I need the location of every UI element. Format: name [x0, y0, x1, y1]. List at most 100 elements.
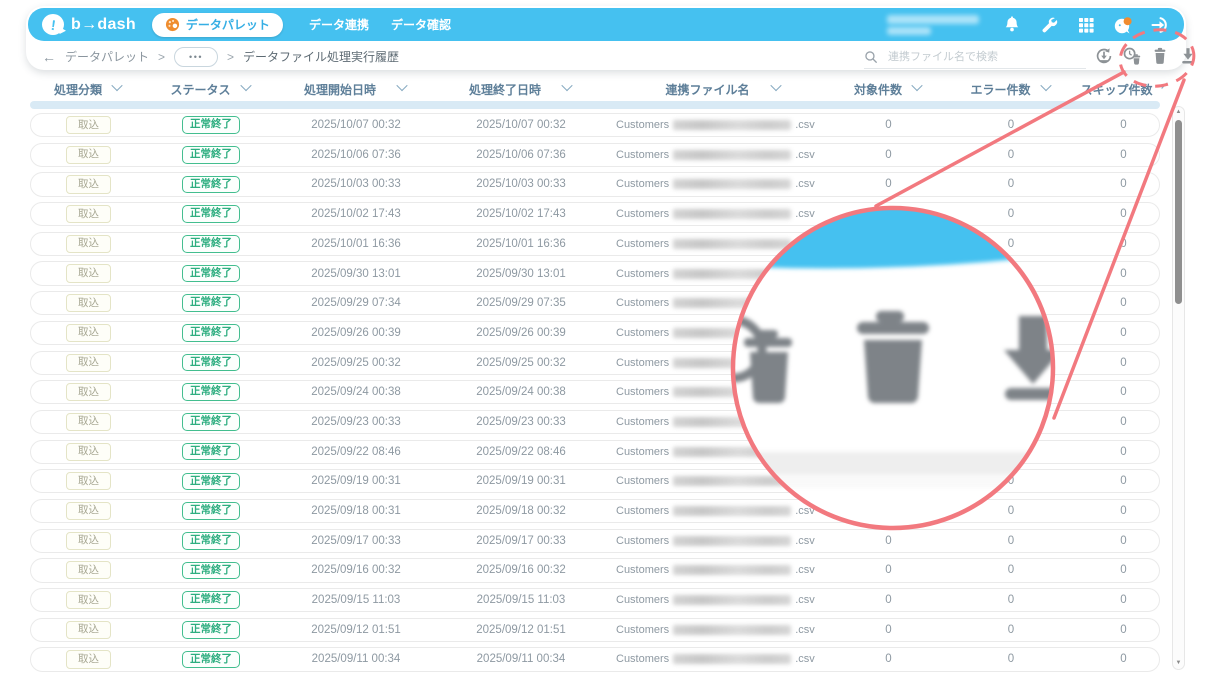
search-input[interactable] — [886, 50, 1086, 64]
file-name-suffix: .csv — [795, 238, 815, 250]
process-type-cell: 取込 — [31, 383, 146, 401]
table-row[interactable]: 取込 正常終了 2025/10/01 16:36 2025/10/01 16:3… — [30, 232, 1160, 256]
table-row[interactable]: 取込 正常終了 2025/09/11 00:34 2025/09/11 00:3… — [30, 647, 1160, 671]
app-switcher-pill[interactable]: データパレット — [152, 13, 283, 37]
table-row[interactable]: 取込 正常終了 2025/09/18 00:31 2025/09/18 00:3… — [30, 499, 1160, 523]
status-cell: 正常終了 — [146, 116, 276, 134]
process-type-badge: 取込 — [66, 413, 111, 431]
table-row[interactable]: 取込 正常終了 2025/09/26 00:39 2025/09/26 00:3… — [30, 321, 1160, 345]
table-row[interactable]: 取込 正常終了 2025/10/06 07:36 2025/10/06 07:3… — [30, 143, 1160, 167]
file-name-redacted — [673, 298, 791, 308]
col-header-error-count[interactable]: エラー件数 — [935, 79, 1085, 99]
process-type-cell: 取込 — [31, 264, 146, 282]
start-time-cell: 2025/10/06 07:36 — [276, 149, 436, 161]
clock-delete-icon[interactable] — [1121, 46, 1142, 67]
file-name-prefix: Customers — [616, 238, 669, 250]
table-row[interactable]: 取込 正常終了 2025/09/17 00:33 2025/09/17 00:3… — [30, 529, 1160, 553]
file-name-suffix: .csv — [795, 446, 815, 458]
process-type-badge: 取込 — [66, 116, 111, 134]
file-name-cell: Customers.csv — [606, 268, 841, 280]
file-name-prefix: Customers — [616, 327, 669, 339]
start-time-cell: 2025/09/18 00:31 — [276, 505, 436, 517]
target-count-cell: 0 — [841, 653, 936, 665]
process-type-badge: 取込 — [66, 472, 111, 490]
table-row[interactable]: 取込 正常終了 2025/09/19 00:31 2025/09/19 00:3… — [30, 469, 1160, 493]
table-row[interactable]: 取込 正常終了 2025/10/03 00:33 2025/10/03 00:3… — [30, 172, 1160, 196]
table-row[interactable]: 取込 正常終了 2025/09/15 11:03 2025/09/15 11:0… — [30, 588, 1160, 612]
start-time-cell: 2025/09/30 13:01 — [276, 268, 436, 280]
scroll-up-arrow[interactable]: ▲ — [1176, 107, 1182, 117]
scrollbar-thumb[interactable] — [1175, 120, 1182, 304]
start-time-cell: 2025/10/01 16:36 — [276, 238, 436, 250]
brand-logo[interactable]: ! b→dash — [42, 14, 136, 35]
col-header-target-count[interactable]: 対象件数 — [840, 79, 935, 99]
back-arrow-button[interactable]: ← — [42, 49, 56, 65]
col-header-start-time[interactable]: 処理開始日時 — [275, 79, 435, 99]
trash-icon[interactable] — [1149, 46, 1170, 67]
file-name-prefix: Customers — [616, 446, 669, 458]
error-count-cell: 0 — [936, 178, 1086, 190]
navbar: ! b→dash データパレット データ連携 データ確認 — [28, 8, 1184, 41]
target-count-cell: 0 — [841, 446, 936, 458]
chevron-down-icon — [1040, 80, 1051, 91]
col-header-file-name[interactable]: 連携ファイル名 — [605, 79, 840, 99]
table-row[interactable]: 取込 正常終了 2025/10/07 00:32 2025/10/07 00:3… — [30, 113, 1160, 137]
file-name-prefix: Customers — [616, 208, 669, 220]
breadcrumb-ellipsis-button[interactable]: ••• — [174, 47, 218, 67]
table-row[interactable]: 取込 正常終了 2025/10/02 17:43 2025/10/02 17:4… — [30, 202, 1160, 226]
status-badge: 正常終了 — [182, 532, 240, 550]
nav-item-data-link[interactable]: データ連携 — [309, 16, 369, 33]
download-history-icon[interactable] — [1093, 46, 1114, 67]
table-row[interactable]: 取込 正常終了 2025/09/22 08:46 2025/09/22 08:4… — [30, 440, 1160, 464]
table-row[interactable]: 取込 正常終了 2025/09/25 00:32 2025/09/25 00:3… — [30, 351, 1160, 375]
status-cell: 正常終了 — [146, 473, 276, 491]
status-cell: 正常終了 — [146, 265, 276, 283]
error-count-cell: 0 — [936, 119, 1086, 131]
table-row[interactable]: 取込 正常終了 2025/09/24 00:38 2025/09/24 00:3… — [30, 380, 1160, 404]
file-name-redacted — [673, 654, 791, 664]
table-row[interactable]: 取込 正常終了 2025/09/23 00:33 2025/09/23 00:3… — [30, 410, 1160, 434]
logout-icon[interactable] — [1150, 15, 1170, 35]
status-badge: 正常終了 — [182, 235, 240, 253]
status-cell: 正常終了 — [146, 176, 276, 194]
process-type-cell: 取込 — [31, 413, 146, 431]
col-header-skip-count[interactable]: スキップ件数 — [1085, 79, 1160, 99]
process-type-badge: 取込 — [66, 383, 111, 401]
status-cell: 正常終了 — [146, 146, 276, 164]
col-header-status[interactable]: ステータス — [145, 79, 275, 99]
bell-icon[interactable] — [1002, 15, 1022, 35]
target-count-cell: 0 — [841, 297, 936, 309]
start-time-cell: 2025/09/25 00:32 — [276, 357, 436, 369]
end-time-cell: 2025/09/24 00:38 — [436, 386, 606, 398]
end-time-cell: 2025/09/16 00:32 — [436, 564, 606, 576]
account-name-redacted — [887, 14, 979, 36]
vertical-scrollbar[interactable]: ▲ ▼ — [1172, 106, 1185, 670]
file-name-cell: Customers.csv — [606, 564, 841, 576]
breadcrumb-root[interactable]: データパレット — [65, 48, 149, 65]
table-row[interactable]: 取込 正常終了 2025/09/12 01:51 2025/09/12 01:5… — [30, 618, 1160, 642]
status-badge: 正常終了 — [182, 146, 240, 164]
file-name-prefix: Customers — [616, 535, 669, 547]
file-name-suffix: .csv — [795, 564, 815, 576]
breadcrumb-toolbar-row: ← データパレット > ••• > データファイル処理実行履歴 — [26, 43, 1186, 70]
file-name-cell: Customers.csv — [606, 416, 841, 428]
nav-item-data-check[interactable]: データ確認 — [391, 16, 451, 33]
wrench-icon[interactable] — [1039, 15, 1059, 35]
table-row[interactable]: 取込 正常終了 2025/09/16 00:32 2025/09/16 00:3… — [30, 558, 1160, 582]
mascot-icon[interactable] — [1113, 15, 1133, 35]
scroll-down-arrow[interactable]: ▼ — [1176, 658, 1182, 668]
file-name-prefix: Customers — [616, 505, 669, 517]
process-type-cell: 取込 — [31, 532, 146, 550]
target-count-cell: 0 — [841, 505, 936, 517]
col-header-end-time[interactable]: 処理終了日時 — [435, 79, 605, 99]
table-row[interactable]: 取込 正常終了 2025/09/29 07:34 2025/09/29 07:3… — [30, 291, 1160, 315]
file-name-suffix: .csv — [795, 475, 815, 487]
table-row[interactable]: 取込 正常終了 2025/09/30 13:01 2025/09/30 13:0… — [30, 261, 1160, 285]
target-count-cell: 0 — [841, 416, 936, 428]
target-count-cell: 0 — [841, 149, 936, 161]
apps-grid-icon[interactable] — [1076, 15, 1096, 35]
download-icon[interactable] — [1177, 46, 1198, 67]
col-header-process-type[interactable]: 処理分類 — [30, 79, 145, 99]
navbar-right — [887, 14, 1170, 36]
status-badge: 正常終了 — [182, 116, 240, 134]
